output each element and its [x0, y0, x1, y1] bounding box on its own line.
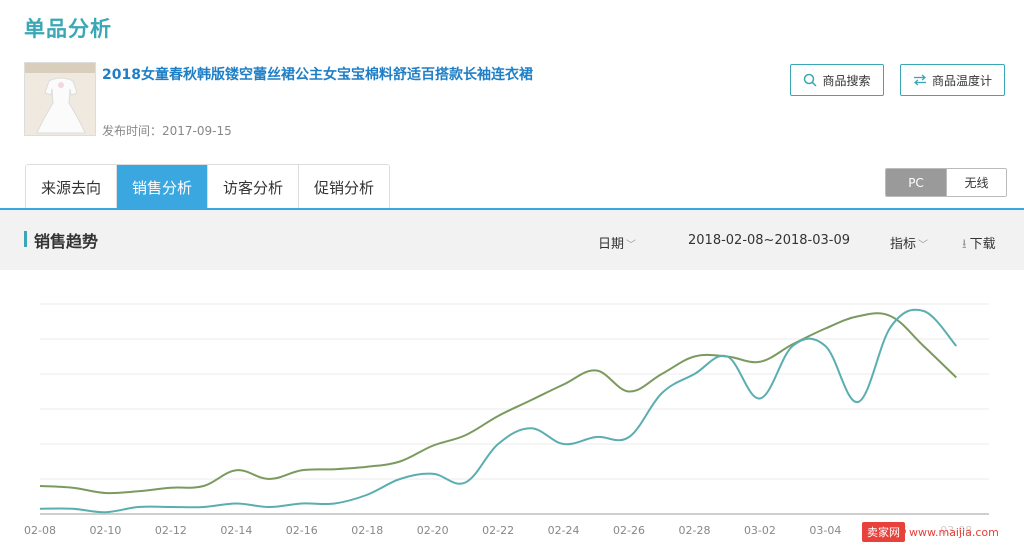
- product-search-label: 商品搜索: [822, 73, 871, 88]
- chevron-down-icon: ﹀: [918, 240, 929, 251]
- device-toggle: PC 无线: [885, 168, 1007, 197]
- download-label: 下载: [969, 237, 996, 252]
- section-accent-mark: [24, 231, 27, 247]
- chart-x-tick-label: 02-24: [548, 524, 580, 537]
- chevron-down-icon: ﹀: [626, 240, 637, 251]
- metric-dropdown-label: 指标: [890, 237, 917, 252]
- tab-sales[interactable]: 销售分析: [117, 165, 209, 209]
- sales-trend-toolbar: 销售趋势 日期 ﹀ 2018-02-08~2018-03-09 指标 ﹀ ⭳ 下载: [0, 210, 1024, 270]
- chart-x-tick-label: 02-18: [351, 524, 383, 537]
- product-thermometer-label: 商品温度计: [931, 73, 992, 88]
- chart-x-tick-label: 02-26: [613, 524, 645, 537]
- download-button[interactable]: ⭳ 下载: [962, 233, 996, 257]
- product-thumbnail[interactable]: [24, 62, 96, 136]
- watermark-url: www.maijia.com: [909, 525, 999, 539]
- device-pc-button[interactable]: PC: [886, 169, 946, 196]
- chart-x-tick-label: 02-14: [220, 524, 252, 537]
- date-dropdown[interactable]: 日期 ﹀: [598, 233, 636, 252]
- chart-series-line-2[interactable]: [39, 308, 958, 514]
- product-search-button[interactable]: 商品搜索: [790, 64, 884, 96]
- product-name-link[interactable]: 2018女童春秋韩版镂空蕾丝裙公主女宝宝棉料舒适百搭款长袖连衣裙: [102, 64, 533, 84]
- chart-x-tick-label: 03-04: [809, 524, 841, 537]
- page-title: 单品分析: [24, 17, 112, 41]
- chart-x-tick-label: 02-08: [24, 524, 56, 537]
- search-icon: [803, 73, 818, 87]
- tab-source[interactable]: 来源去向: [26, 165, 118, 209]
- chart-x-tick-label: 02-20: [417, 524, 449, 537]
- device-wireless-button[interactable]: 无线: [946, 169, 1006, 196]
- publish-date: 发布时间：2017-09-15: [102, 124, 232, 138]
- watermark-logo: 卖家网: [862, 522, 905, 542]
- chart-x-tick-label: 02-16: [286, 524, 318, 537]
- chart-x-tick-label: 02-10: [89, 524, 121, 537]
- analysis-tabs: 来源去向 销售分析 访客分析 促销分析: [25, 164, 391, 209]
- watermark: 卖家网 www.maijia.com: [862, 522, 999, 542]
- date-dropdown-label: 日期: [598, 237, 625, 252]
- tab-promotion[interactable]: 促销分析: [299, 165, 390, 209]
- chart-x-tick-label: 03-02: [744, 524, 776, 537]
- swap-arrows-icon: [913, 74, 927, 86]
- chart-x-tick-label: 02-28: [678, 524, 710, 537]
- chart-x-tick-label: 02-22: [482, 524, 514, 537]
- chart-x-tick-label: 02-12: [155, 524, 187, 537]
- product-thermometer-button[interactable]: 商品温度计: [900, 64, 1005, 96]
- section-title: 销售趋势: [34, 232, 99, 251]
- download-icon: ⭳: [962, 237, 967, 252]
- metric-dropdown[interactable]: 指标 ﹀: [890, 233, 928, 252]
- sales-trend-chart[interactable]: 02-08 02-10 02-12 02-14 02-16 02-18 02-20 02-22…: [0, 270, 1024, 545]
- date-range-text[interactable]: 2018-02-08~2018-03-09: [688, 233, 850, 248]
- tab-visitors[interactable]: 访客分析: [208, 165, 300, 209]
